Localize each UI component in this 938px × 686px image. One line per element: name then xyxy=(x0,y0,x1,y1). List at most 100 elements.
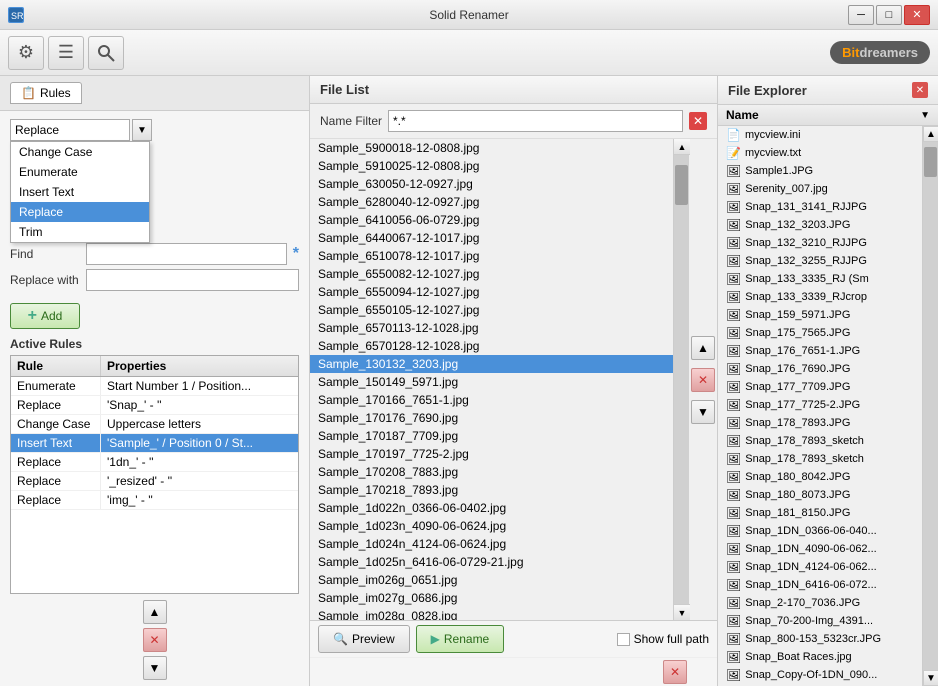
dropdown-item-trim[interactable]: Trim xyxy=(11,222,149,242)
file-list-item[interactable]: Sample_1d023n_4090-06-0624.jpg xyxy=(310,517,673,535)
file-scroll-up-button[interactable]: ▲ xyxy=(691,336,715,360)
explorer-item[interactable]: 🖼Snap_70-200-Img_4391... xyxy=(718,612,922,630)
maximize-button[interactable]: □ xyxy=(876,5,902,25)
explorer-item[interactable]: 🖼Snap_132_3203.JPG xyxy=(718,216,922,234)
file-list-item[interactable]: Sample_170166_7651-1.jpg xyxy=(310,391,673,409)
close-button[interactable]: ✕ xyxy=(904,5,930,25)
move-up-button[interactable]: ▲ xyxy=(143,600,167,624)
file-list-item[interactable]: Sample_6280040-12-0927.jpg xyxy=(310,193,673,211)
explorer-item[interactable]: 🖼Snap_178_7893_sketch xyxy=(718,450,922,468)
explorer-item[interactable]: 🖼Snap_177_7709.JPG xyxy=(718,378,922,396)
explorer-item[interactable]: 🖼Snap_132_3255_RJJPG xyxy=(718,252,922,270)
file-list-item[interactable]: Sample_170218_7893.jpg xyxy=(310,481,673,499)
rules-table-row[interactable]: EnumerateStart Number 1 / Position... xyxy=(11,377,298,396)
dropdown-item-change-case[interactable]: Change Case xyxy=(11,142,149,162)
explorer-item[interactable]: 🖼Snap_Boat Races.jpg xyxy=(718,648,922,666)
explorer-scroll-down[interactable]: ▼ xyxy=(923,670,938,686)
explorer-item[interactable]: 🖼Snap_1DN_6416-06-072... xyxy=(718,576,922,594)
file-list-item[interactable]: Sample_5900018-12-0808.jpg xyxy=(310,139,673,157)
explorer-item[interactable]: 🖼Snap_1DN_4090-06-062... xyxy=(718,540,922,558)
show-full-path-checkbox[interactable] xyxy=(617,633,630,646)
explorer-item[interactable]: 🖼Snap_133_3335_RJ (Sm xyxy=(718,270,922,288)
explorer-item[interactable]: 📝mycview.txt xyxy=(718,144,922,162)
file-list-item[interactable]: Sample_6550094-12-1027.jpg xyxy=(310,283,673,301)
minimize-button[interactable]: ─ xyxy=(848,5,874,25)
file-delete-button[interactable]: ✕ xyxy=(691,368,715,392)
preview-button[interactable]: 🔍 Preview xyxy=(318,625,410,653)
file-list-item[interactable]: Sample_6410056-06-0729.jpg xyxy=(310,211,673,229)
file-list-item[interactable]: Sample_6440067-12-1017.jpg xyxy=(310,229,673,247)
explorer-item[interactable]: 🖼Snap_Copy-Of-1DN_090... xyxy=(718,666,922,684)
rules-table-row[interactable]: Change CaseUppercase letters xyxy=(11,415,298,434)
explorer-item[interactable]: 🖼Snap_800-153_5323cr.JPG xyxy=(718,630,922,648)
list-button[interactable]: ☰ xyxy=(48,36,84,70)
rules-table-row[interactable]: Replace'Snap_' - '' xyxy=(11,396,298,415)
explorer-item[interactable]: 🖼Snap_178_7893.JPG xyxy=(718,414,922,432)
explorer-item[interactable]: 🖼Snap_159_5971.JPG xyxy=(718,306,922,324)
file-list-item[interactable]: Sample_im026g_0651.jpg xyxy=(310,571,673,589)
explorer-item[interactable]: 🖼Snap_175_7565.JPG xyxy=(718,324,922,342)
explorer-item[interactable]: 🖼Snap_1DN_4124-06-062... xyxy=(718,558,922,576)
rules-table-row[interactable]: Insert Text'Sample_' / Position 0 / St..… xyxy=(11,434,298,453)
explorer-item[interactable]: 🖼Sample1.JPG xyxy=(718,162,922,180)
dropdown-arrow[interactable]: ▼ xyxy=(132,119,152,141)
rules-table-row[interactable]: Replace'_resized' - '' xyxy=(11,472,298,491)
rules-table-row[interactable]: Replace'img_' - '' xyxy=(11,491,298,510)
explorer-item[interactable]: 🖼Snap_180_8042.JPG xyxy=(718,468,922,486)
explorer-item[interactable]: 🖼Snap_177_7725-2.JPG xyxy=(718,396,922,414)
rules-table-row[interactable]: Replace'1dn_' - '' xyxy=(11,453,298,472)
find-input[interactable] xyxy=(86,243,287,265)
explorer-item[interactable]: 📄mycview.ini xyxy=(718,126,922,144)
explorer-item[interactable]: 🖼Snap_131_3141_RJJPG xyxy=(718,198,922,216)
dropdown-item-replace[interactable]: Replace xyxy=(11,202,149,222)
file-list-item[interactable]: Sample_im027g_0686.jpg xyxy=(310,589,673,607)
move-down-button[interactable]: ▼ xyxy=(143,656,167,680)
file-list-item[interactable]: Sample_6550105-12-1027.jpg xyxy=(310,301,673,319)
file-list-scrollbar[interactable]: ▲ ▼ xyxy=(673,139,689,620)
explorer-sort-icon[interactable]: ▼ xyxy=(920,110,930,121)
explorer-item[interactable]: 🖼Snap_1DN_0366-06-040... xyxy=(718,522,922,540)
explorer-scroll-up[interactable]: ▲ xyxy=(923,126,938,142)
replace-input[interactable] xyxy=(86,269,299,291)
explorer-item[interactable]: 🖼Snap_178_7893_sketch xyxy=(718,432,922,450)
filter-clear-button[interactable]: ✕ xyxy=(689,112,707,130)
explorer-close-button[interactable]: ✕ xyxy=(912,82,928,98)
dropdown-item-enumerate[interactable]: Enumerate xyxy=(11,162,149,182)
explorer-item[interactable]: 🖼Snap_176_7690.JPG xyxy=(718,360,922,378)
explorer-item[interactable]: 🖼Snap_180_8073.JPG xyxy=(718,486,922,504)
file-list-item[interactable]: Sample_1d025n_6416-06-0729-21.jpg xyxy=(310,553,673,571)
explorer-item[interactable]: 🖼Snap_132_3210_RJJPG xyxy=(718,234,922,252)
file-list-item[interactable]: Sample_6550082-12-1027.jpg xyxy=(310,265,673,283)
file-list-item[interactable]: Sample_170176_7690.jpg xyxy=(310,409,673,427)
scroll-down-arrow[interactable]: ▼ xyxy=(674,604,690,620)
file-list-item[interactable]: Sample_130132_3203.jpg xyxy=(310,355,673,373)
explorer-item[interactable]: 🖼Serenity_007.jpg xyxy=(718,180,922,198)
file-list-item[interactable]: Sample_170187_7709.jpg xyxy=(310,427,673,445)
asterisk-button[interactable]: * xyxy=(293,245,299,263)
file-list-item[interactable]: Sample_1d022n_0366-06-0402.jpg xyxy=(310,499,673,517)
rules-tab-label[interactable]: 📋 Rules xyxy=(10,82,82,104)
file-list-item[interactable]: Sample_6570113-12-1028.jpg xyxy=(310,319,673,337)
file-list-item[interactable]: Sample_1d024n_4124-06-0624.jpg xyxy=(310,535,673,553)
file-scroll-down-button[interactable]: ▼ xyxy=(691,400,715,424)
explorer-item[interactable]: 🖼Snap_176_7651-1.JPG xyxy=(718,342,922,360)
file-list-item[interactable]: Sample_630050-12-0927.jpg xyxy=(310,175,673,193)
file-list-item[interactable]: Sample_6570128-12-1028.jpg xyxy=(310,337,673,355)
file-list-item[interactable]: Sample_170197_7725-2.jpg xyxy=(310,445,673,463)
explorer-item[interactable]: 🖼Snap_181_8150.JPG xyxy=(718,504,922,522)
dropdown-item-insert-text[interactable]: Insert Text xyxy=(11,182,149,202)
bottom-delete-button[interactable]: ✕ xyxy=(663,660,687,684)
search-button[interactable] xyxy=(88,36,124,70)
delete-rule-button[interactable]: ✕ xyxy=(143,628,167,652)
tools-button[interactable]: ⚙ xyxy=(8,36,44,70)
scroll-up-arrow[interactable]: ▲ xyxy=(674,139,690,155)
file-list-item[interactable]: Sample_170208_7883.jpg xyxy=(310,463,673,481)
dropdown-current[interactable]: Replace xyxy=(10,119,130,141)
rename-button[interactable]: ▶ Rename xyxy=(416,625,505,653)
explorer-item[interactable]: 🖼Snap_133_3339_RJcrop xyxy=(718,288,922,306)
file-list-item[interactable]: Sample_im028g_0828.jpg xyxy=(310,607,673,620)
explorer-item[interactable]: 🖼Snap_2-170_7036.JPG xyxy=(718,594,922,612)
add-button[interactable]: + Add xyxy=(10,303,80,329)
file-list-item[interactable]: Sample_6510078-12-1017.jpg xyxy=(310,247,673,265)
file-list-item[interactable]: Sample_5910025-12-0808.jpg xyxy=(310,157,673,175)
